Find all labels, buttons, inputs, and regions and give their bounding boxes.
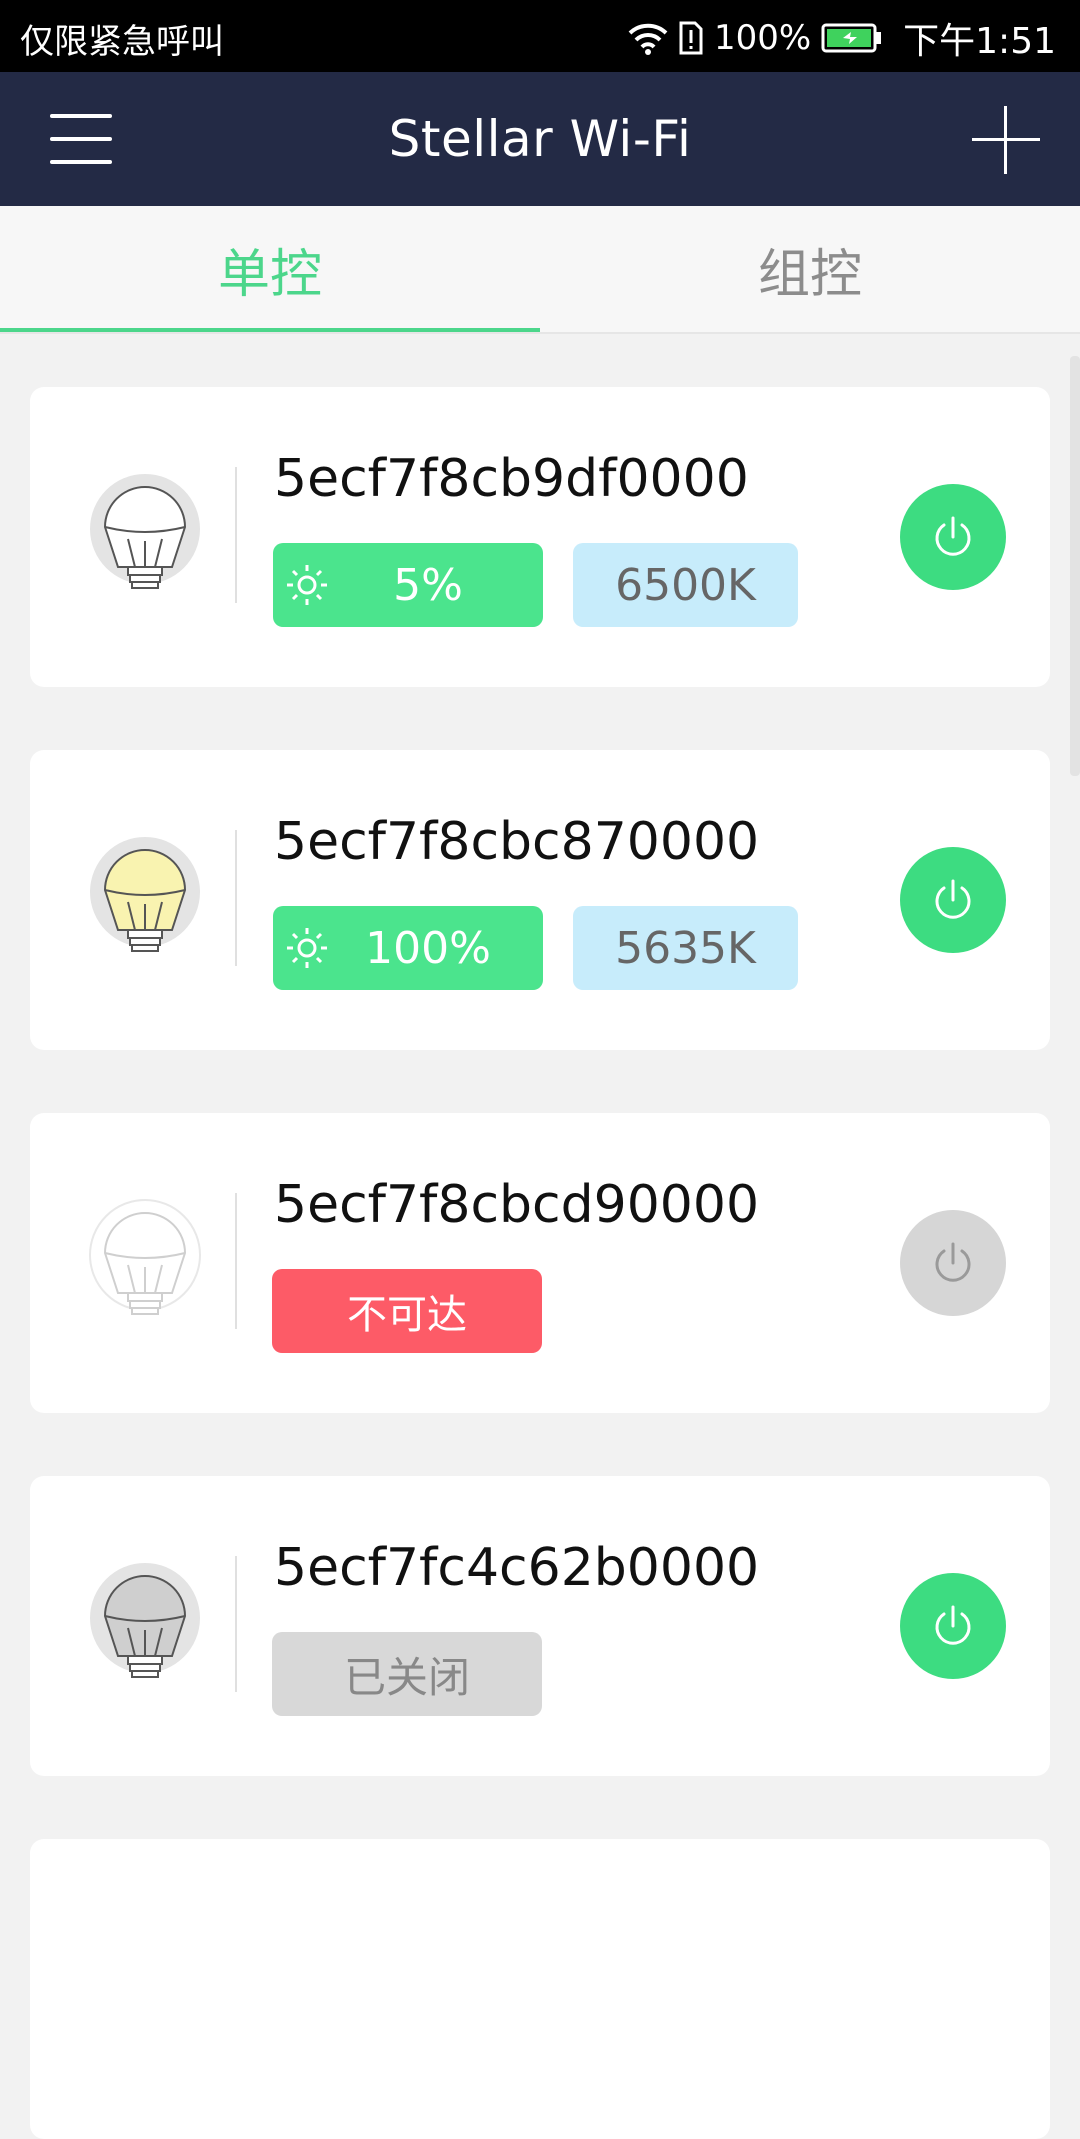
tab-single-control[interactable]: 单控 [0,206,540,332]
device-name: 5ecf7f8cbc870000 [274,812,760,872]
battery-percent: 100% [713,18,812,58]
wifi-icon [628,23,668,55]
card-divider [235,1193,237,1329]
scrollbar[interactable] [1070,356,1080,776]
carrier-text: 仅限紧急呼叫 [20,22,224,62]
power-button[interactable] [900,484,1006,590]
power-button[interactable] [900,1210,1006,1316]
card-divider [235,1556,237,1692]
device-card[interactable]: 5ecf7f8cb9df0000 5% 6500K [30,387,1050,687]
card-divider [235,830,237,966]
device-name: 5ecf7f8cb9df0000 [274,449,749,509]
power-icon [935,1242,971,1282]
status-bar: 仅限紧急呼叫 100% 下午1:51 [0,0,1080,72]
unreachable-badge: 不可达 [272,1269,542,1353]
bulb-icon [90,837,200,952]
device-card[interactable]: 5ecf7f8cbcd90000 不可达 [30,1113,1050,1413]
tab-bar: 单控 组控 [0,206,1080,334]
device-card[interactable]: 5ecf7f8cbc870000 100% 5635K [30,750,1050,1050]
battery-charging-icon [821,23,882,53]
brightness-badge[interactable]: 5% [273,543,543,627]
bulb-icon [90,474,200,589]
app-bar: Stellar Wi-Fi [0,72,1080,206]
add-icon[interactable] [972,106,1040,174]
tab-group-control[interactable]: 组控 [540,206,1080,332]
power-icon [935,1605,971,1645]
device-name: 5ecf7fc4c62b0000 [274,1538,760,1598]
sun-icon [287,565,327,605]
power-button[interactable] [900,1573,1006,1679]
power-icon [935,879,971,919]
bulb-icon [90,1563,200,1678]
clock: 下午1:51 [903,21,1056,62]
device-card[interactable]: 5ecf7fc4c62b0000 已关闭 [30,1476,1050,1776]
app-title: Stellar Wi-Fi [388,110,692,168]
device-name: 5ecf7f8cbcd90000 [274,1175,760,1235]
sim-alert-icon [679,21,703,55]
brightness-value: 100% [365,922,491,974]
color-temp-badge[interactable]: 6500K [573,543,798,627]
power-button[interactable] [900,847,1006,953]
device-card[interactable] [30,1839,1050,2139]
sun-icon [287,928,327,968]
off-badge: 已关闭 [272,1632,542,1716]
bulb-icon [89,1199,201,1315]
card-divider [235,467,237,603]
status-icons: 100% 下午1:51 [628,12,1056,64]
tab-indicator [0,328,540,332]
brightness-badge[interactable]: 100% [273,906,543,990]
power-icon [935,516,971,556]
brightness-value: 5% [393,559,463,611]
color-temp-badge[interactable]: 5635K [573,906,798,990]
